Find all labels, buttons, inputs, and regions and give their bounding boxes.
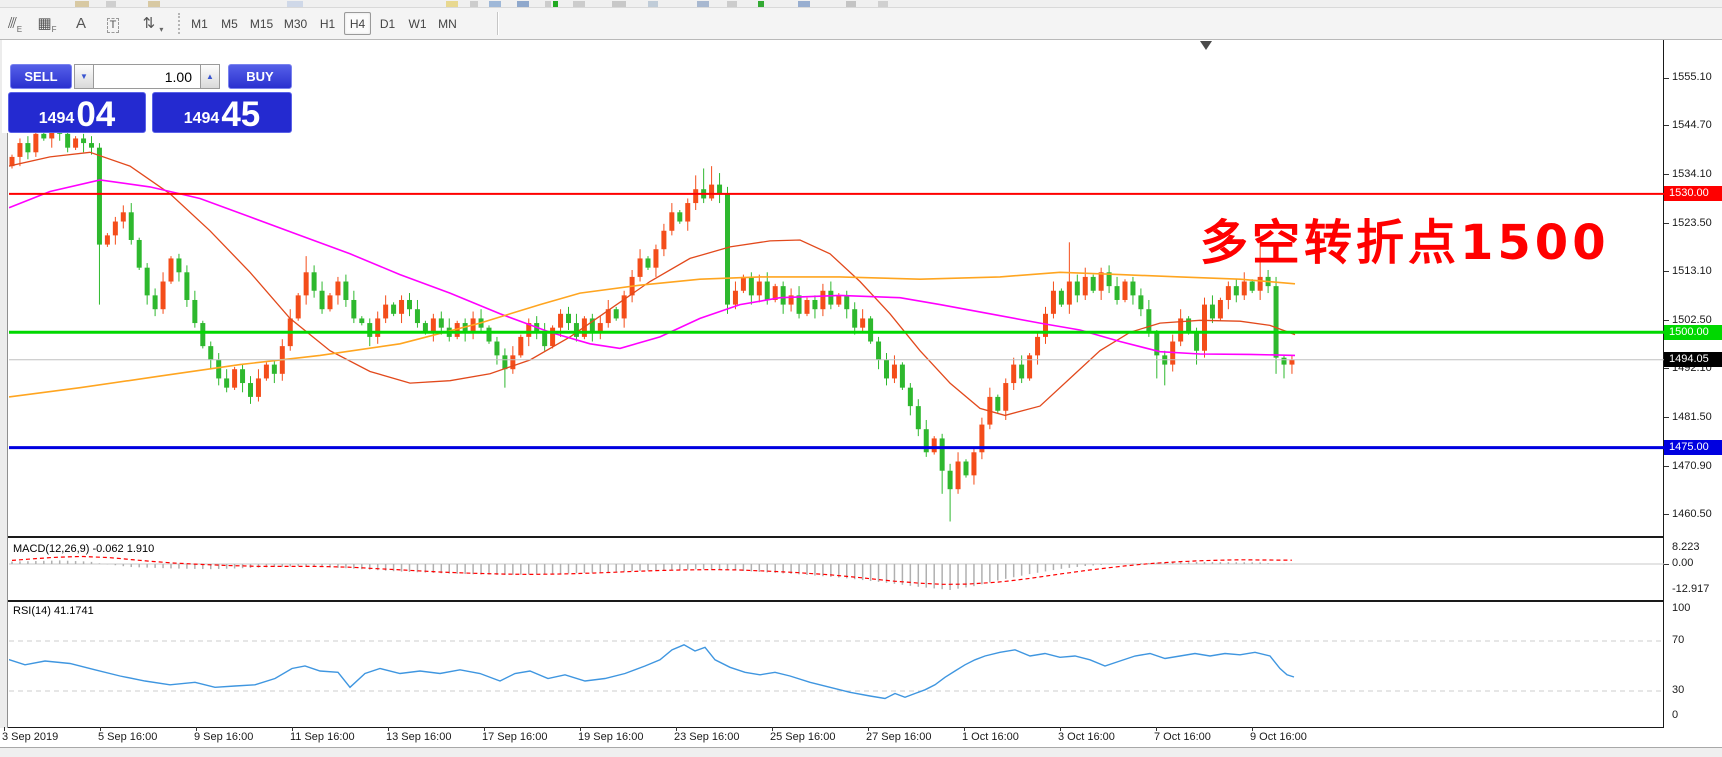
chart-shift-marker-icon: [1200, 41, 1212, 50]
price-axis-tick: [1664, 78, 1669, 79]
price-axis-tick: [1664, 174, 1669, 175]
price-axis-tick: [1664, 320, 1669, 321]
price-axis-label: 1513.10: [1672, 265, 1712, 277]
macd-label: MACD(12,26,9) -0.062 1.910: [13, 543, 154, 555]
sell-button[interactable]: SELL: [10, 64, 72, 89]
volume-input[interactable]: [94, 64, 200, 89]
macd-axis-label: 8.223: [1672, 541, 1700, 553]
price-axis-label: 1470.90: [1672, 460, 1712, 472]
buy-price-tile[interactable]: 149445: [152, 92, 292, 133]
macd-layer: [9, 557, 1664, 590]
price-level-badge: 1500.00: [1664, 325, 1722, 340]
one-click-trading-panel: SELL ▼ ▲ BUY 149404 149445: [2, 40, 294, 133]
rsi-axis-label: 0: [1672, 709, 1678, 721]
candlestick-series: [10, 118, 1295, 522]
price-axis-label: 1460.50: [1672, 508, 1712, 520]
mt4-trading-platform-window: ⫻E ▦F A T ⇅ ▾ M1M5M15M30H1H4D1W1MN ▲ XAU…: [0, 0, 1722, 757]
rsi-label: RSI(14) 41.1741: [13, 605, 94, 617]
rsi-axis-label: 30: [1672, 684, 1684, 696]
price-axis-tick: [1664, 466, 1669, 467]
sell-price-tile[interactable]: 149404: [8, 92, 146, 133]
price-level-badge: 1475.00: [1664, 440, 1722, 455]
price-axis-tick: [1664, 514, 1669, 515]
chart-text-annotation: 多空转折点1500: [1200, 203, 1610, 273]
rsi-line: [2, 645, 1294, 699]
current-price-badge: 1494.05: [1664, 352, 1722, 367]
price-axis-label: 1523.50: [1672, 217, 1712, 229]
rsi-axis-label: 100: [1672, 602, 1690, 614]
price-axis-tick: [1664, 125, 1669, 126]
buy-button[interactable]: BUY: [228, 64, 292, 89]
price-axis-tick: [1664, 368, 1669, 369]
volume-decrease-button[interactable]: ▼: [74, 64, 94, 89]
main-chart-layer: [9, 118, 1664, 522]
price-axis-label: 1544.70: [1672, 119, 1712, 131]
price-level-badge: 1530.00: [1664, 186, 1722, 201]
price-axis-tick: [1664, 417, 1669, 418]
price-axis-label: 1534.10: [1672, 168, 1712, 180]
volume-increase-button[interactable]: ▲: [200, 64, 220, 89]
macd-axis-label: 0.00: [1672, 557, 1693, 569]
macd-signal-line: [12, 557, 1292, 585]
rsi-layer: [2, 641, 1664, 699]
rsi-axis-label: 70: [1672, 634, 1684, 646]
price-axis-tick: [1664, 223, 1669, 224]
macd-axis-tick: [1664, 564, 1669, 565]
macd-axis-label: -12.917: [1672, 583, 1709, 595]
price-axis-label: 1481.50: [1672, 411, 1712, 423]
price-axis-tick: [1664, 271, 1669, 272]
price-axis-label: 1555.10: [1672, 71, 1712, 83]
